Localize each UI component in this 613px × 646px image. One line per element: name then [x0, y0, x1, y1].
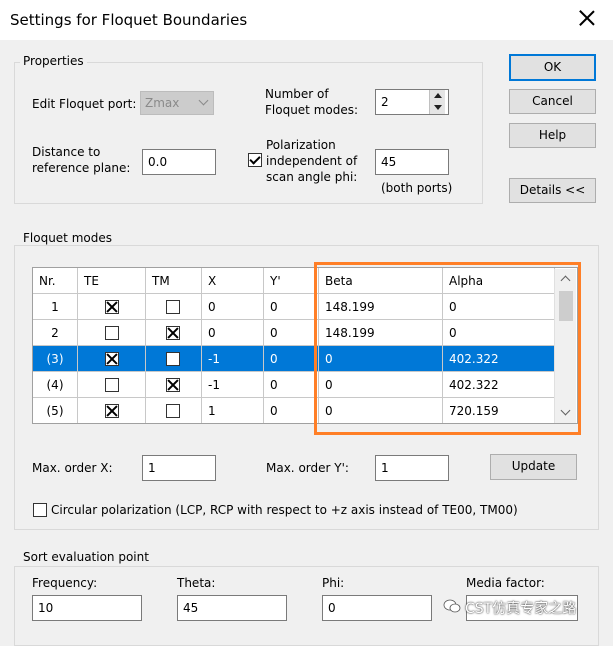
both-ports-label: (both ports)	[381, 181, 453, 195]
title-bar: Settings for Floquet Boundaries	[0, 0, 613, 40]
tm-checkbox[interactable]	[166, 352, 180, 366]
update-button[interactable]: Update	[490, 454, 577, 480]
num-modes-label: Number of Floquet modes:	[265, 87, 359, 117]
col-header-tm[interactable]: TM	[146, 268, 202, 294]
chevron-down-icon	[198, 95, 209, 106]
table-row-3-x[interactable]: -1	[202, 346, 264, 372]
frequency-input[interactable]: 10	[32, 595, 142, 621]
table-row-5-tm[interactable]	[146, 398, 202, 423]
table-row-2-x[interactable]: 0	[202, 320, 264, 346]
col-header-x[interactable]: X	[202, 268, 264, 294]
table-row-4-tm[interactable]	[146, 372, 202, 398]
distance-input[interactable]: 0.0	[142, 149, 216, 175]
frequency-label: Frequency:	[32, 576, 98, 590]
table-row-5-x[interactable]: 1	[202, 398, 264, 423]
details-button[interactable]: Details <<	[509, 178, 596, 203]
spin-up-icon[interactable]	[430, 90, 446, 102]
te-checkbox[interactable]	[105, 326, 119, 340]
media-factor-label: Media factor:	[466, 576, 545, 590]
distance-label: Distance to reference plane:	[32, 145, 131, 175]
table-row-2-nr[interactable]: 2	[33, 320, 78, 346]
table-row-1-y[interactable]: 0	[264, 294, 319, 320]
max-order-x-input[interactable]: 1	[142, 455, 216, 481]
tm-checkbox[interactable]	[166, 300, 180, 314]
help-button[interactable]: Help	[509, 123, 596, 148]
circular-polarization-label: Circular polarization (LCP, RCP with res…	[51, 503, 518, 517]
floquet-modes-label: Floquet modes	[20, 231, 115, 245]
properties-group-label: Properties	[20, 54, 87, 68]
table-row-4-y[interactable]: 0	[264, 372, 319, 398]
table-row-1-te[interactable]	[78, 294, 146, 320]
te-checkbox[interactable]	[105, 300, 119, 314]
edit-port-label: Edit Floquet port:	[32, 97, 137, 111]
te-checkbox[interactable]	[105, 378, 119, 392]
phi-input[interactable]: 0	[322, 595, 432, 621]
watermark-text: CST仿真专家之路	[465, 601, 577, 617]
table-row-3-y[interactable]: 0	[264, 346, 319, 372]
wechat-icon	[443, 599, 461, 613]
table-row-3-nr[interactable]: (3)	[33, 346, 78, 372]
circular-polarization-checkbox[interactable]	[33, 503, 47, 517]
frequency-value: 10	[38, 601, 54, 615]
table-row-3-te[interactable]	[78, 346, 146, 372]
polarization-value: 45	[381, 155, 397, 169]
edit-port-select[interactable]: Zmax	[140, 91, 214, 115]
close-icon[interactable]	[576, 8, 598, 30]
table-row-1-tm[interactable]	[146, 294, 202, 320]
te-checkbox[interactable]	[105, 404, 119, 418]
phi-value: 0	[328, 601, 336, 615]
table-row-2-tm[interactable]	[146, 320, 202, 346]
table-row-1-nr[interactable]: 1	[33, 294, 78, 320]
tm-checkbox[interactable]	[166, 378, 180, 392]
max-order-x-value: 1	[148, 461, 156, 475]
max-order-y-label: Max. order Y':	[266, 461, 349, 475]
table-row-4-nr[interactable]: (4)	[33, 372, 78, 398]
num-modes-spinner[interactable]	[429, 90, 445, 114]
phi-label: Phi:	[322, 576, 345, 590]
distance-value: 0.0	[148, 155, 168, 169]
theta-value: 45	[183, 601, 199, 615]
max-order-y-value: 1	[381, 461, 389, 475]
col-header-y[interactable]: Y'	[264, 268, 319, 294]
cancel-button[interactable]: Cancel	[509, 89, 596, 114]
tm-checkbox[interactable]	[166, 404, 180, 418]
polarization-checkbox[interactable]	[248, 153, 262, 167]
table-row-4-te[interactable]	[78, 372, 146, 398]
theta-label: Theta:	[177, 576, 216, 590]
table-row-5-y[interactable]: 0	[264, 398, 319, 423]
table-row-1-x[interactable]: 0	[202, 294, 264, 320]
table-row-2-te[interactable]	[78, 320, 146, 346]
sort-evaluation-label: Sort evaluation point	[20, 550, 152, 564]
theta-input[interactable]: 45	[177, 595, 287, 621]
max-order-y-input[interactable]: 1	[375, 455, 449, 481]
col-header-nr[interactable]: Nr.	[33, 268, 78, 294]
table-row-3-tm[interactable]	[146, 346, 202, 372]
max-order-x-label: Max. order X:	[32, 461, 113, 475]
ok-button[interactable]: OK	[509, 54, 596, 81]
beta-alpha-highlight-box	[314, 262, 581, 435]
window-title: Settings for Floquet Boundaries	[10, 11, 248, 29]
edit-port-value: Zmax	[145, 96, 180, 110]
num-modes-value: 2	[381, 95, 389, 109]
tm-checkbox[interactable]	[166, 326, 180, 340]
polarization-input[interactable]: 45	[375, 149, 449, 175]
table-row-5-nr[interactable]: (5)	[33, 398, 78, 423]
te-checkbox[interactable]	[105, 352, 119, 366]
polarization-label: Polarization independent of scan angle p…	[266, 138, 358, 184]
table-row-2-y[interactable]: 0	[264, 320, 319, 346]
table-row-5-te[interactable]	[78, 398, 146, 423]
col-header-te[interactable]: TE	[78, 268, 146, 294]
table-row-4-x[interactable]: -1	[202, 372, 264, 398]
spin-down-icon[interactable]	[430, 102, 446, 114]
